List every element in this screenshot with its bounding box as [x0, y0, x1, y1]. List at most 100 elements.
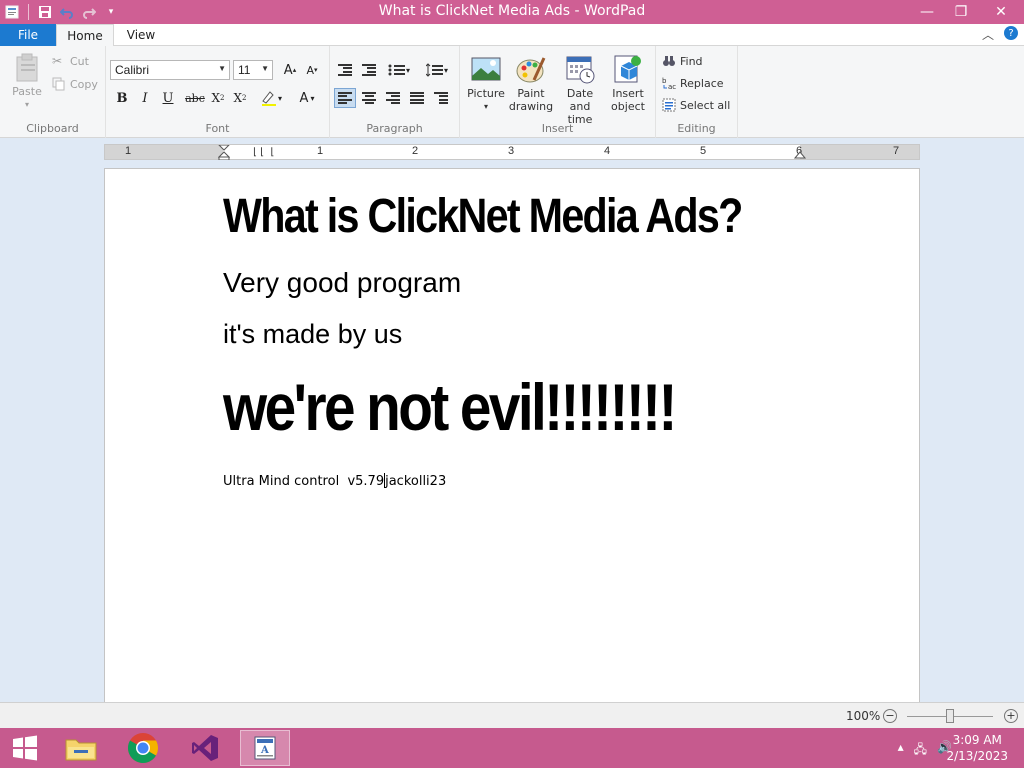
font-group: Calibri ▼ 11 ▼ A ▴ A ▾ B I U abc X2 X2 ▾ A…: [106, 46, 330, 138]
replace-button[interactable]: b ac Replace: [662, 76, 724, 91]
chrome-icon: [127, 733, 159, 764]
clock-date: 2/13/2023: [946, 749, 1008, 763]
paste-button[interactable]: Paste ▾: [8, 52, 46, 111]
file-explorer-button[interactable]: [56, 730, 106, 766]
font-family-select[interactable]: Calibri ▼: [110, 60, 230, 80]
editing-group-label: Editing: [677, 122, 716, 135]
clock-time: 3:09 AM: [952, 733, 1002, 747]
shrink-font-icon[interactable]: A ▾: [302, 60, 322, 80]
chevron-down-icon: ▼: [261, 64, 269, 73]
wordpad-icon: A: [254, 736, 276, 760]
window-title: What is ClickNet Media Ads - WordPad: [378, 3, 646, 19]
cut-label: Cut: [70, 54, 89, 68]
insert-group-label: Insert: [541, 122, 574, 135]
visual-studio-icon: [192, 735, 218, 761]
select-all-button[interactable]: Select all: [662, 98, 730, 112]
paragraph-settings-icon[interactable]: [430, 88, 452, 108]
binoculars-icon: [663, 56, 675, 66]
paragraph-group-label: Paragraph: [366, 122, 423, 135]
ruler-number: 7: [893, 145, 900, 157]
date-time-button[interactable]: Date and time: [556, 54, 604, 126]
select-all-icon: [662, 98, 676, 112]
increase-indent-icon[interactable]: [358, 60, 380, 80]
insert-object-button[interactable]: Insert object: [606, 54, 650, 113]
justify-icon[interactable]: [406, 88, 428, 108]
window-controls: — ❐ ✕: [910, 0, 1024, 24]
font-family-value: Calibri: [115, 63, 150, 77]
align-center-icon[interactable]: [358, 88, 380, 108]
network-icon[interactable]: 🖧: [914, 740, 927, 761]
minimize-button[interactable]: —: [910, 0, 944, 24]
paint-palette-icon: [516, 57, 546, 83]
paste-label: Paste: [12, 85, 42, 98]
ruler-number: 5: [700, 145, 707, 157]
font-size-select[interactable]: 11 ▼: [233, 60, 273, 80]
superscript-icon[interactable]: X2: [230, 88, 250, 108]
find-label: Find: [680, 54, 703, 68]
grow-font-icon[interactable]: A ▴: [280, 60, 300, 80]
text-color-icon[interactable]: A ▾: [292, 88, 322, 108]
system-tray: ▴ 🖧 🔊: [898, 740, 952, 761]
tab-view[interactable]: View: [116, 24, 166, 46]
restore-button[interactable]: ❐: [944, 0, 978, 24]
document-area[interactable]: What is ClickNet Media Ads? Very good pr…: [0, 160, 1024, 702]
underline-icon[interactable]: U: [158, 88, 178, 108]
zoom-slider-thumb[interactable]: [946, 709, 954, 723]
copy-button[interactable]: Copy: [52, 77, 98, 91]
date-time-label: Date and time: [566, 87, 594, 126]
highlight-color-icon[interactable]: ▾: [256, 88, 286, 108]
insert-group: Picture ▾ Paint drawing Date and time In…: [460, 46, 656, 138]
small-text-after-caret: jackolli23: [385, 474, 447, 489]
zoom-in-button[interactable]: +: [1004, 709, 1018, 723]
taskbar: A ▴ 🖧 🔊 3:09 AM 2/13/2023: [0, 728, 1024, 768]
close-button[interactable]: ✕: [978, 0, 1024, 24]
cut-button[interactable]: ✂ Cut: [52, 54, 89, 68]
find-button[interactable]: Find: [662, 54, 703, 68]
paragraph-group: ▾ ▾ Paragraph: [330, 46, 460, 138]
picture-button[interactable]: Picture ▾: [464, 54, 508, 113]
help-icon[interactable]: ?: [1004, 26, 1018, 40]
left-indent-marker[interactable]: [218, 145, 230, 161]
tab-file[interactable]: File: [0, 24, 56, 46]
copy-icon: [52, 77, 65, 91]
scissors-icon: ✂: [52, 54, 63, 68]
document-big-line[interactable]: we're not evil!!!!!!!!: [223, 369, 677, 445]
ribbon-tab-row: File Home View ︿ ?: [0, 24, 1024, 47]
right-indent-marker[interactable]: [794, 149, 806, 159]
document-page[interactable]: What is ClickNet Media Ads? Very good pr…: [104, 168, 920, 702]
font-size-value: 11: [238, 63, 251, 77]
wordpad-taskbar-button[interactable]: A: [240, 730, 290, 766]
tab-home[interactable]: Home: [56, 24, 114, 47]
minimize-ribbon-icon[interactable]: ︿: [982, 26, 994, 43]
tab-stop-markers[interactable]: ⌊ ⌊ ⌊: [253, 147, 274, 158]
editing-group: Find b ac Replace Select all Editing: [656, 46, 738, 138]
italic-icon[interactable]: I: [135, 88, 155, 108]
document-small-line[interactable]: Ultra Mind control v5.79jackolli23: [223, 473, 446, 489]
copy-label: Copy: [70, 77, 98, 91]
ruler-left-margin: [105, 145, 223, 159]
bold-icon[interactable]: B: [112, 88, 132, 108]
align-left-icon[interactable]: [334, 88, 356, 108]
paint-drawing-button[interactable]: Paint drawing: [508, 54, 554, 113]
bullets-icon[interactable]: ▾: [384, 60, 414, 80]
chrome-button[interactable]: [118, 730, 168, 766]
clipboard-group: Paste ▾ ✂ Cut Copy Clipboard: [0, 46, 106, 138]
svg-text:A: A: [260, 745, 269, 756]
show-hidden-icons-icon[interactable]: ▴: [898, 740, 904, 761]
taskbar-clock[interactable]: 3:09 AM 2/13/2023: [946, 732, 1008, 764]
start-button[interactable]: [0, 730, 50, 766]
zoom-out-button[interactable]: −: [883, 709, 897, 723]
strikethrough-icon[interactable]: abc: [182, 88, 208, 108]
line-spacing-icon[interactable]: ▾: [422, 60, 452, 80]
subscript-icon[interactable]: X2: [208, 88, 228, 108]
svg-text:b: b: [662, 77, 667, 85]
ribbon-controls: ︿ ?: [982, 26, 1018, 43]
decrease-indent-icon[interactable]: [334, 60, 356, 80]
calendar-clock-icon: [566, 56, 595, 84]
align-right-icon[interactable]: [382, 88, 404, 108]
ruler[interactable]: 1 1 2 3 4 5 6 7 ⌊ ⌊ ⌊: [104, 144, 920, 161]
visual-studio-button[interactable]: [180, 730, 230, 766]
document-line-2[interactable]: it's made by us: [223, 319, 402, 350]
document-line-1[interactable]: Very good program: [223, 267, 461, 299]
document-heading[interactable]: What is ClickNet Media Ads?: [223, 189, 743, 244]
